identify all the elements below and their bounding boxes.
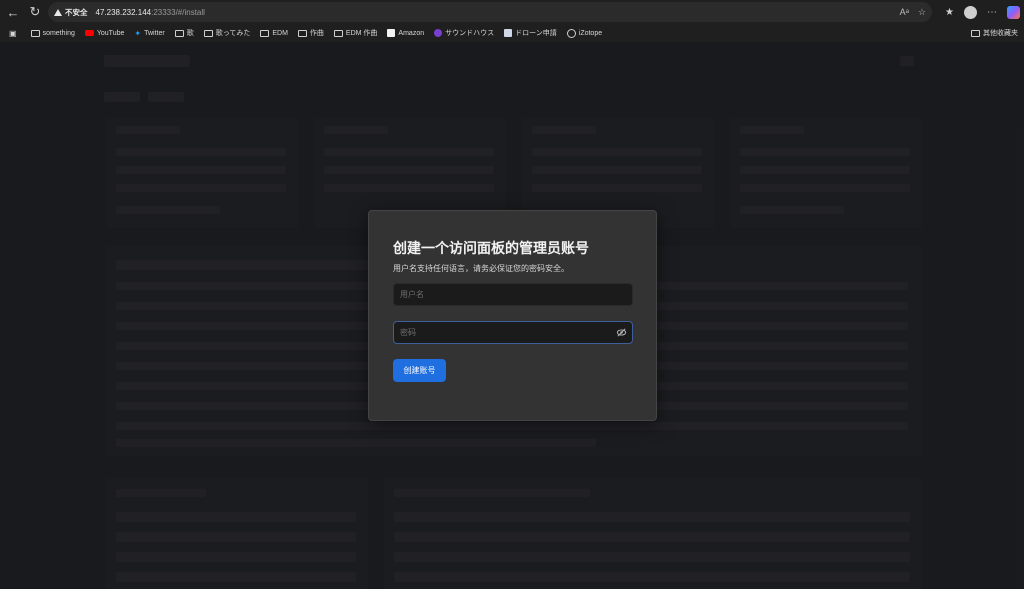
address-bar[interactable]: 不安全 47.238.232.144:23333/#/install Aᵃ ☆ (48, 2, 932, 22)
bookmark-soundhouse[interactable]: サウンドハウス (434, 28, 494, 38)
bookmark-label: EDM 作曲 (345, 30, 378, 37)
bookmark-twitter[interactable]: ✦ Twitter (134, 29, 164, 38)
security-warning[interactable]: 不安全 (54, 7, 88, 18)
drone-icon (504, 29, 513, 37)
favorites-icon[interactable]: ★ (945, 7, 954, 18)
bookmark-edm[interactable]: EDM (260, 29, 288, 37)
refresh-icon[interactable]: ↻ (24, 0, 46, 24)
folder-icon (203, 29, 213, 37)
username-input[interactable] (393, 283, 633, 306)
read-aloud-icon[interactable]: Aᵃ (900, 7, 909, 17)
url-host: 47.238.232.144 (95, 7, 152, 17)
favorite-star-icon[interactable]: ☆ (918, 7, 926, 18)
bookmark-utattemita[interactable]: 歌ってみた (203, 28, 251, 38)
url-text[interactable]: 47.238.232.144:23333/#/install (96, 8, 205, 17)
url-path: :23333/#/install (151, 7, 205, 17)
folder-icon (30, 29, 40, 37)
soundhouse-icon (434, 29, 443, 37)
tab-actions-icon[interactable]: ▣ (9, 29, 17, 38)
password-field (393, 321, 633, 344)
bookmark-sakkyoku[interactable]: 作曲 (297, 28, 324, 38)
bookmark-label: EDM (272, 29, 288, 37)
password-input[interactable] (393, 321, 633, 344)
security-label: 不安全 (65, 7, 88, 17)
bookmark-label: 歌ってみた (215, 30, 251, 37)
bookmark-youtube[interactable]: YouTube (84, 29, 125, 37)
folder-icon (971, 29, 980, 37)
bookmark-something[interactable]: something (30, 29, 75, 37)
folder-icon (260, 29, 270, 37)
bookmark-uta[interactable]: 歌 (174, 28, 194, 38)
more-menu-icon[interactable]: ⋯ (987, 7, 997, 18)
bookmark-label: YouTube (96, 29, 125, 37)
create-admin-dialog: 创建一个访问面板的管理员账号 用户名支持任何语言，请务必保证您的密码安全。 创建… (368, 210, 657, 421)
bookmark-label: ドローン申請 (515, 30, 557, 37)
amazon-icon (387, 29, 396, 37)
youtube-icon (84, 30, 94, 36)
eye-off-icon[interactable] (616, 327, 627, 338)
folder-icon (333, 29, 343, 37)
bookmark-label: サウンドハウス (445, 30, 495, 37)
bookmark-label: Amazon (398, 29, 425, 37)
browser-toolbar: ← ↻ 不安全 47.238.232.144:23333/#/install A… (0, 0, 1024, 24)
copilot-icon[interactable] (1007, 5, 1020, 19)
warning-icon (54, 8, 62, 16)
bookmarks-bar: ▣ something YouTube ✦ Twitter 歌 歌ってみた EDM… (0, 24, 1024, 42)
globe-icon (566, 28, 576, 38)
bookmark-drone[interactable]: ドローン申請 (504, 28, 557, 38)
bookmark-label: 其他收藏夹 (983, 30, 1018, 37)
folder-icon (297, 29, 307, 37)
avatar[interactable] (964, 5, 977, 19)
twitter-icon: ✦ (134, 28, 142, 38)
bookmark-edm-sakkyoku[interactable]: EDM 作曲 (333, 28, 378, 38)
back-icon[interactable]: ← (2, 0, 24, 24)
bookmark-izotope[interactable]: iZotope (566, 28, 603, 38)
bookmark-amazon[interactable]: Amazon (387, 29, 424, 37)
eye-off-icon-svg (616, 328, 627, 337)
folder-icon (174, 29, 184, 37)
bookmark-label: iZotope (578, 29, 603, 37)
bookmark-other-folder[interactable]: 其他收藏夹 (971, 24, 1018, 42)
bookmark-label: 歌 (186, 30, 194, 37)
bookmark-label: Twitter (144, 29, 165, 37)
bookmark-label: something (42, 29, 75, 37)
dialog-description: 用户名支持任何语言，请务必保证您的密码安全。 (393, 264, 569, 273)
create-account-button[interactable]: 创建账号 (393, 359, 446, 382)
dialog-title: 创建一个访问面板的管理员账号 (393, 240, 589, 256)
bookmark-label: 作曲 (309, 30, 324, 37)
